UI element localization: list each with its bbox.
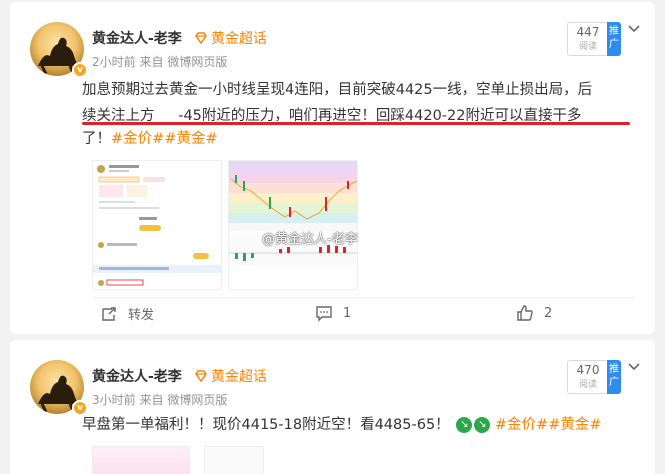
like-count: 2: [544, 305, 553, 321]
post-meta: 2小时前 来自 微博网页版: [92, 53, 227, 70]
source-prefix: 来自: [139, 393, 164, 407]
diamond-icon: [195, 370, 207, 383]
post-text-line: 了！#金价##黄金#: [82, 126, 218, 152]
promote-button[interactable]: 推广: [607, 360, 621, 394]
read-count-box: 470 阅读: [567, 360, 609, 394]
down-arrow-icon: ↘: [474, 417, 491, 433]
post-text-line: 早盘第一单福利！！现价4415-18附近空！看4485-65！ ↘ ↘ #金价##…: [82, 412, 602, 438]
hashtag-link[interactable]: #黄金#: [548, 417, 601, 433]
post-image-chart[interactable]: [228, 160, 358, 290]
image-watermark: @黄金达人-老李: [262, 232, 358, 247]
read-count: 470: [576, 363, 600, 377]
forward-icon: [102, 306, 116, 321]
hashtag-link[interactable]: #黄金#: [164, 131, 217, 147]
promote-button[interactable]: 推广: [607, 22, 621, 56]
chevron-down-icon[interactable]: [627, 360, 641, 374]
comment-button[interactable]: 1: [315, 304, 351, 322]
post-source: 微博网页版: [167, 393, 228, 407]
post-text-line: 加息预期过去黄金一小时线呈现4连阳，目前突破4425一线，空单止损出局，后: [82, 82, 593, 98]
diamond-icon: [195, 32, 207, 45]
post-text: 早盘第一单福利！！现价4415-18附近空！看4485-65！: [82, 417, 450, 433]
page-edge: [659, 0, 665, 474]
forward-button[interactable]: 转发: [100, 304, 154, 323]
thumbs-up-icon: [517, 305, 533, 321]
post-text-tail: 了！: [82, 131, 111, 147]
post-meta: 3小时前 来自 微博网页版: [92, 391, 227, 408]
author-name[interactable]: 黄金达人-老李: [92, 28, 182, 48]
super-topic-label: 黄金超话: [211, 369, 267, 385]
post-card: v 黄金达人-老李 黄金超话 2小时前 来自 微博网页版 447 阅读 推广 加…: [10, 2, 655, 334]
post-time[interactable]: 2小时前: [92, 55, 136, 69]
post-image-screenshot[interactable]: [92, 160, 222, 290]
down-arrow-icon: ↘: [456, 417, 473, 433]
author-name[interactable]: 黄金达人-老李: [92, 366, 182, 386]
source-prefix: 来自: [139, 55, 164, 69]
read-count: 447: [576, 25, 600, 39]
post-time[interactable]: 3小时前: [92, 393, 136, 407]
post-source: 微博网页版: [167, 55, 228, 69]
post-image-screenshot[interactable]: [204, 446, 264, 474]
verified-badge-icon: v: [72, 62, 88, 78]
read-label: 阅读: [578, 42, 597, 52]
post-image-chart[interactable]: [92, 446, 190, 474]
hashtag-link[interactable]: #金价#: [111, 131, 164, 147]
hashtag-link[interactable]: #金价#: [495, 417, 548, 433]
super-topic-badge[interactable]: 黄金超话: [194, 28, 267, 48]
read-label: 阅读: [578, 380, 597, 390]
read-count-box: 447 阅读: [567, 22, 609, 56]
post-card: v 黄金达人-老李 黄金超话 3小时前 来自 微博网页版 470 阅读 推广 早…: [10, 340, 655, 474]
comment-icon: [316, 306, 332, 322]
divider: [92, 297, 635, 298]
like-button[interactable]: 2: [516, 304, 552, 322]
forward-label: 转发: [128, 308, 155, 323]
chevron-down-icon[interactable]: [627, 22, 641, 36]
super-topic-badge[interactable]: 黄金超话: [194, 366, 267, 386]
red-underline-annotation: [82, 122, 630, 125]
comment-count: 1: [343, 305, 352, 321]
super-topic-label: 黄金超话: [211, 31, 267, 47]
